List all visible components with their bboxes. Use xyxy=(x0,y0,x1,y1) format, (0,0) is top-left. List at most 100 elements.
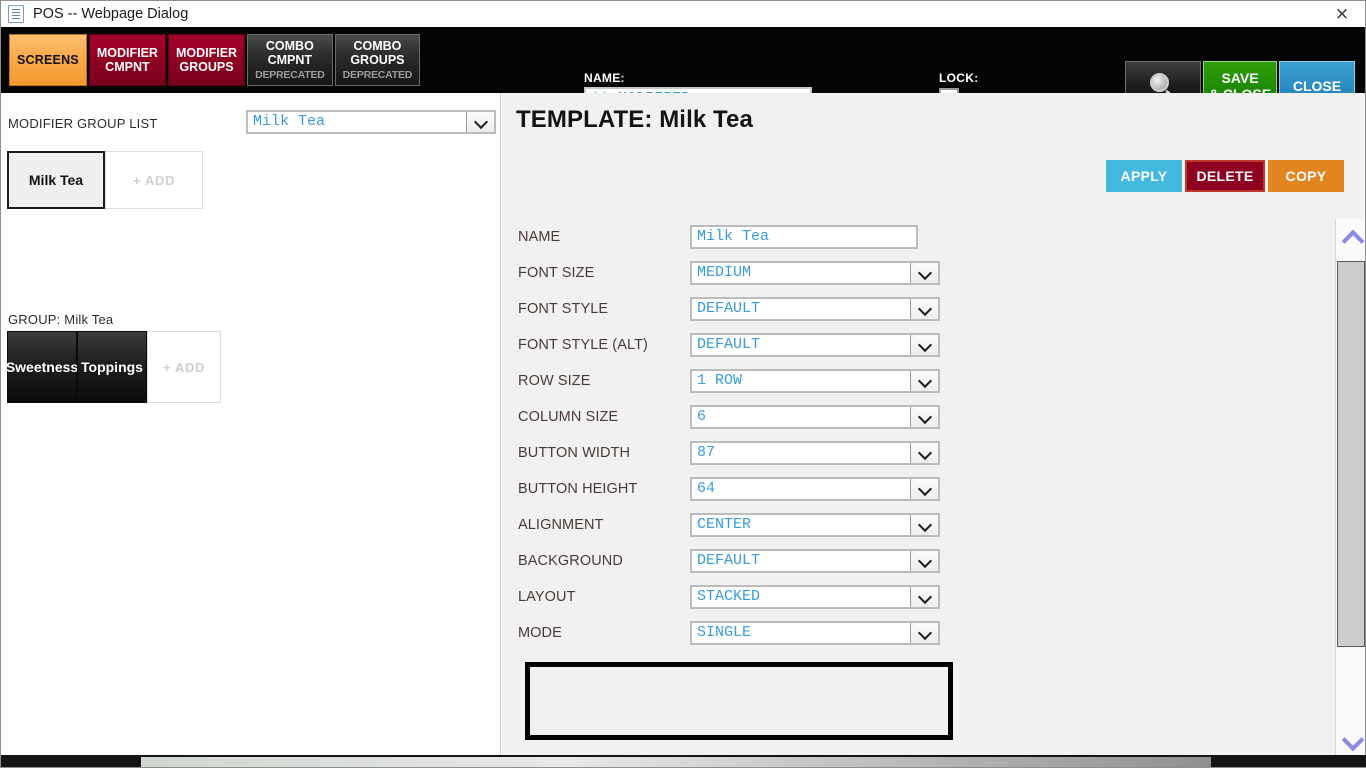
field-select-column-size[interactable]: 6 xyxy=(690,405,940,429)
field-row-mode: MODE SINGLE xyxy=(518,615,948,651)
field-label-row-size: ROW SIZE xyxy=(518,373,591,389)
field-select-font-style-alt[interactable]: DEFAULT xyxy=(690,333,940,357)
copy-button[interactable]: COPY xyxy=(1268,160,1344,192)
field-value-background: DEFAULT xyxy=(697,552,761,569)
field-label-background: BACKGROUND xyxy=(518,553,623,569)
field-input-name[interactable]: Milk Tea xyxy=(690,225,918,249)
scrollbar-track[interactable] xyxy=(1336,253,1365,723)
field-row-button-width: BUTTON WIDTH 87 xyxy=(518,435,948,471)
modifier-group-buttons: Milk Tea + ADD xyxy=(7,151,203,209)
chevron-down-icon[interactable] xyxy=(910,551,938,571)
field-label-button-width: BUTTON WIDTH xyxy=(518,445,631,461)
add-item-label: + ADD xyxy=(163,359,205,375)
delete-label: DELETE xyxy=(1196,168,1254,184)
chevron-down-icon[interactable] xyxy=(910,443,938,463)
chevron-down-icon[interactable] xyxy=(910,407,938,427)
vertical-scrollbar[interactable] xyxy=(1335,219,1365,757)
delete-button[interactable]: DELETE xyxy=(1185,160,1265,192)
group-select[interactable]: Milk Tea xyxy=(246,110,496,134)
chevron-down-icon[interactable] xyxy=(910,587,938,607)
chevron-down-icon[interactable] xyxy=(910,299,938,319)
field-row-font-size: FONT SIZE MEDIUM xyxy=(518,255,948,291)
field-value-layout: STACKED xyxy=(697,588,761,605)
apply-button[interactable]: APPLY xyxy=(1106,160,1182,192)
field-label-mode: MODE xyxy=(518,625,562,641)
field-row-background: BACKGROUND DEFAULT xyxy=(518,543,948,579)
body-area: MODIFIER GROUP LIST Milk Tea Milk Tea + … xyxy=(1,93,1365,757)
tab-modifier-cmpnt-line2: CMPNT xyxy=(105,60,150,74)
field-value-font-style-alt: DEFAULT xyxy=(697,336,761,353)
field-select-font-style[interactable]: DEFAULT xyxy=(690,297,940,321)
chevron-down-icon[interactable] xyxy=(910,515,938,535)
group-item-buttons: Sweetness Toppings + ADD xyxy=(6,331,221,403)
field-label-button-height: BUTTON HEIGHT xyxy=(518,481,638,497)
template-actions: APPLY DELETE COPY xyxy=(1106,160,1344,192)
lock-caption: LOCK: xyxy=(939,71,979,85)
tab-combo-groups-deprecated: DEPRECATED xyxy=(342,68,413,81)
chevron-up-icon xyxy=(1342,232,1359,241)
field-row-name: NAME Milk Tea xyxy=(518,219,948,255)
dialog-window: POS -- Webpage Dialog × SCREENS MODIFIER… xyxy=(0,0,1366,768)
close-label: CLOSE xyxy=(1292,78,1342,94)
scrollbar-thumb[interactable] xyxy=(1336,261,1365,647)
document-icon xyxy=(8,5,24,23)
tab-combo-cmpnt[interactable]: COMBO CMPNT DEPRECATED xyxy=(247,34,333,86)
tab-screens[interactable]: SCREENS xyxy=(9,34,87,86)
title-bar: POS -- Webpage Dialog × xyxy=(1,1,1365,27)
tab-modifier-groups-line1: MODIFIER xyxy=(175,46,238,60)
scroll-up-button[interactable] xyxy=(1336,219,1366,253)
chevron-down-icon[interactable] xyxy=(910,335,938,355)
page-title: TEMPLATE: Milk Tea xyxy=(516,106,753,133)
tab-modifier-groups[interactable]: MODIFIER GROUPS xyxy=(167,34,246,86)
top-toolbar: SCREENS MODIFIER CMPNT MODIFIER GROUPS C… xyxy=(1,27,1365,111)
copy-label: COPY xyxy=(1285,168,1327,184)
tab-combo-groups-line1: COMBO xyxy=(353,38,402,53)
field-row-layout: LAYOUT STACKED xyxy=(518,579,948,615)
item-button-sweetness[interactable]: Sweetness xyxy=(6,331,78,403)
chevron-down-icon[interactable] xyxy=(910,479,938,499)
field-row-button-height: BUTTON HEIGHT 64 xyxy=(518,471,948,507)
field-select-row-size[interactable]: 1 ROW xyxy=(690,369,940,393)
chevron-down-icon[interactable] xyxy=(910,623,938,643)
field-value-name: Milk Tea xyxy=(697,228,770,245)
bottom-strip xyxy=(1,755,1366,767)
field-label-column-size: COLUMN SIZE xyxy=(518,409,619,425)
add-group-label: + ADD xyxy=(133,172,175,188)
field-select-button-width[interactable]: 87 xyxy=(690,441,940,465)
field-label-name: NAME xyxy=(518,229,561,245)
field-value-font-style: DEFAULT xyxy=(697,300,761,317)
tab-combo-groups[interactable]: COMBO GROUPS DEPRECATED xyxy=(334,34,421,86)
item-button-label: Toppings xyxy=(81,359,143,375)
field-value-mode: SINGLE xyxy=(697,624,752,641)
field-select-alignment[interactable]: CENTER xyxy=(690,513,940,537)
field-label-font-style-alt: FONT STYLE (ALT) xyxy=(518,337,648,353)
field-select-layout[interactable]: STACKED xyxy=(690,585,940,609)
add-item-button[interactable]: + ADD xyxy=(147,331,221,403)
tab-modifier-cmpnt[interactable]: MODIFIER CMPNT xyxy=(88,34,166,86)
apply-label: APPLY xyxy=(1120,168,1168,184)
tab-combo-cmpnt-line2: CMPNT xyxy=(267,52,313,67)
group-button-label: Milk Tea xyxy=(28,172,84,188)
nav-tabs: SCREENS MODIFIER CMPNT MODIFIER GROUPS C… xyxy=(9,34,421,86)
left-panel: MODIFIER GROUP LIST Milk Tea Milk Tea + … xyxy=(1,93,501,757)
field-select-mode[interactable]: SINGLE xyxy=(690,621,940,645)
scroll-down-button[interactable] xyxy=(1336,723,1366,757)
field-row-alignment: ALIGNMENT CENTER xyxy=(518,507,948,543)
chevron-down-icon xyxy=(1342,736,1359,745)
main-panel: TEMPLATE: Milk Tea APPLY DELETE COPY NAM… xyxy=(502,93,1365,757)
field-select-font-size[interactable]: MEDIUM xyxy=(690,261,940,285)
group-button-milk-tea[interactable]: Milk Tea xyxy=(7,151,105,209)
field-select-background[interactable]: DEFAULT xyxy=(690,549,940,573)
group-select-value: Milk Tea xyxy=(253,113,326,130)
field-select-button-height[interactable]: 64 xyxy=(690,477,940,501)
add-group-button[interactable]: + ADD xyxy=(105,151,203,209)
highlight-box xyxy=(525,662,953,740)
chevron-down-icon[interactable] xyxy=(910,263,938,283)
chevron-down-icon[interactable] xyxy=(910,371,938,391)
chevron-down-icon[interactable] xyxy=(466,112,494,132)
close-icon[interactable]: × xyxy=(1319,1,1365,27)
window-title: POS -- Webpage Dialog xyxy=(33,6,189,22)
item-button-toppings[interactable]: Toppings xyxy=(77,331,147,403)
field-value-alignment: CENTER xyxy=(697,516,752,533)
field-label-alignment: ALIGNMENT xyxy=(518,517,604,533)
